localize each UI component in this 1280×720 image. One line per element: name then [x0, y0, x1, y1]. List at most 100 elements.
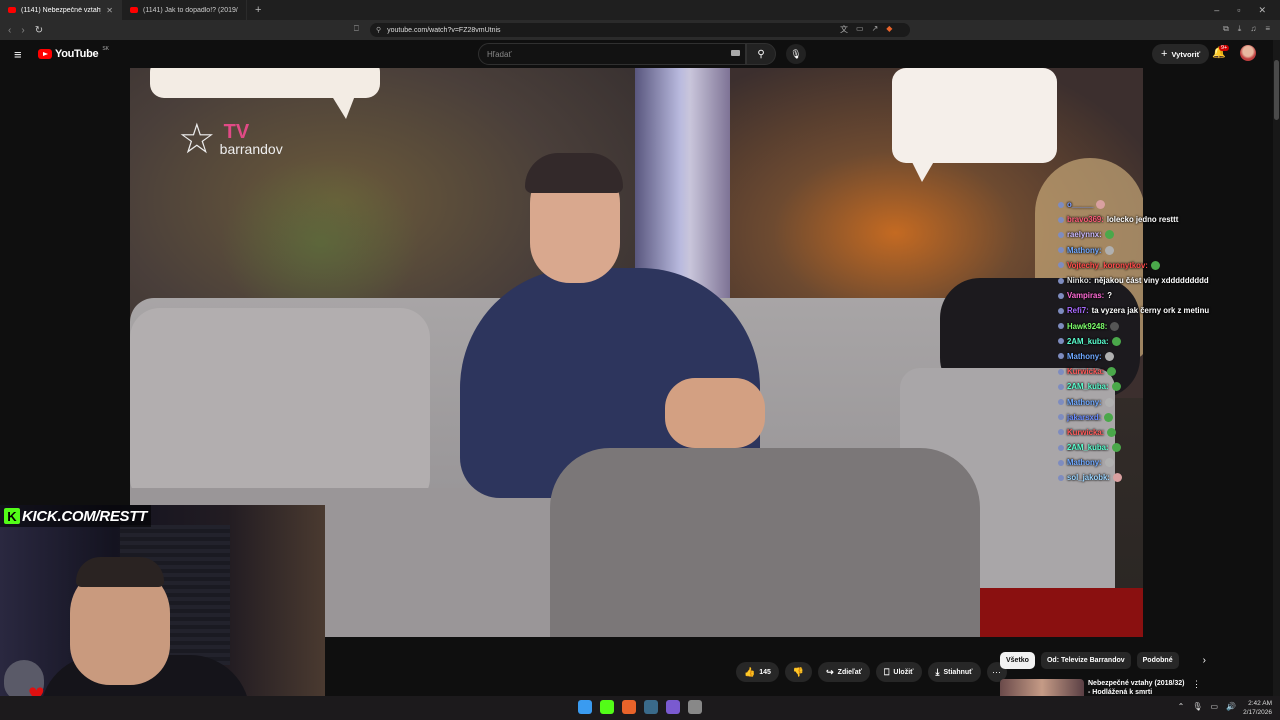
share-button[interactable]: ↪ Zdieľať [818, 662, 871, 682]
search-button[interactable]: ⚲ [746, 43, 776, 65]
chat-text: nějakou část viny xddddddddd [1094, 276, 1209, 286]
emote-icon [1104, 230, 1114, 240]
browser-menu-icon[interactable]: ≡ [1265, 24, 1270, 34]
user-badge-icon [1058, 277, 1064, 284]
emote-icon [1107, 367, 1117, 377]
youtube-logo[interactable]: YouTube SK [38, 46, 109, 60]
taskbar-app-icon[interactable] [578, 700, 592, 714]
browser-tab-strip: (1141) Nebezpečné vztahy (2 ✕ (1141) Jak… [0, 0, 1280, 20]
tab-title: (1141) Nebezpečné vztahy (2 [21, 6, 101, 14]
avatar[interactable] [1240, 45, 1256, 61]
search-input[interactable]: Hľadať [478, 43, 746, 65]
user-badge-icon [1058, 338, 1064, 345]
close-tab-icon[interactable]: ✕ [106, 6, 113, 15]
user-badge-icon [1058, 262, 1064, 269]
bookmark-icon: ⎕ [884, 666, 890, 677]
kick-banner: K KICK.COM/RESTT [0, 505, 151, 527]
speech-bubble-tail [330, 93, 356, 119]
taskbar-app-icon[interactable] [622, 700, 636, 714]
maximize-icon[interactable]: ▫ [1237, 5, 1240, 16]
address-bar-row: ‹ › ↻ ⎕ ⚲ youtube.com/watch?v=FZ28vmUtni… [0, 20, 1280, 40]
chat-message: 2AM_kuba: [1058, 440, 1280, 455]
reload-icon[interactable]: ↻ [35, 25, 43, 36]
minimize-icon[interactable]: – [1214, 5, 1219, 16]
user-badge-icon [1058, 231, 1064, 238]
chat-username: o_____ [1067, 200, 1094, 210]
youtube-favicon-icon [8, 7, 16, 13]
taskbar-clock[interactable]: 2:42 AM 2/17/2026 [1243, 699, 1272, 717]
system-tray: ⌃ 🎙 ▭ 🔊 [1178, 702, 1236, 711]
youtube-wordmark: YouTube [55, 48, 99, 60]
chat-text: ? [1107, 291, 1113, 301]
chat-username: 2AM_kuba: [1067, 443, 1109, 453]
page-scrollbar[interactable] [1273, 40, 1280, 696]
media-icon[interactable]: ♫ [1250, 24, 1256, 34]
url-field[interactable]: ⚲ youtube.com/watch?v=FZ28vmUtnis [370, 23, 910, 37]
user-badge-icon [1058, 444, 1064, 451]
tab-jak-to-dopadlo[interactable]: (1141) Jak to dopadlo!? (2019/132) [122, 0, 247, 20]
url-text: youtube.com/watch?v=FZ28vmUtnis [387, 26, 501, 34]
chip-from-channel[interactable]: Od: Televize Barrandov [1040, 652, 1131, 669]
chat-username: Mathony: [1067, 351, 1102, 361]
chat-username: Ninko: [1067, 276, 1092, 286]
chevron-right-icon[interactable]: › [1203, 655, 1206, 666]
sofa-cushion [130, 308, 430, 508]
save-button[interactable]: ⎕ Uložiť [876, 662, 922, 682]
emote-icon [1104, 412, 1114, 422]
taskbar-app-icon[interactable] [600, 700, 614, 714]
volume-icon[interactable]: 🔊 [1226, 702, 1236, 711]
user-badge-icon [1058, 429, 1064, 436]
share-icon[interactable]: ↗ [872, 24, 879, 35]
chat-message: Hawk9248: [1058, 319, 1280, 334]
clock-date: 2/17/2026 [1243, 709, 1272, 716]
microphone-icon: 🎙 [790, 48, 802, 59]
reader-icon[interactable]: ▭ [856, 24, 864, 35]
voice-search-button[interactable]: 🎙 [786, 44, 806, 64]
keyboard-icon[interactable] [731, 50, 740, 56]
emote-icon [1111, 443, 1121, 453]
network-icon[interactable]: ▭ [1210, 702, 1218, 711]
taskbar-app-icon[interactable] [666, 700, 680, 714]
like-button[interactable]: 👍 145 [736, 662, 779, 682]
bookmark-icon[interactable]: ⎕ [354, 24, 359, 34]
site-info-icon[interactable]: ⚲ [376, 26, 381, 34]
forward-icon[interactable]: › [21, 25, 24, 36]
share-label: Zdieľať [837, 668, 863, 676]
back-icon[interactable]: ‹ [8, 25, 11, 36]
chip-all[interactable]: Všetko [1000, 652, 1035, 669]
downloads-icon[interactable]: ⤓ [1238, 24, 1242, 34]
chat-message: 2AM_kuba: [1058, 379, 1280, 394]
brave-shield-icon[interactable]: ◆ [886, 24, 892, 35]
user-badge-icon [1058, 247, 1064, 254]
translate-icon[interactable]: 文 [840, 24, 848, 35]
chat-message: Mathony: [1058, 394, 1280, 409]
chat-username: sol_jakobk: [1067, 473, 1110, 483]
close-window-icon[interactable]: ✕ [1258, 5, 1266, 16]
new-tab-button[interactable]: + [247, 4, 269, 16]
scrollbar-thumb[interactable] [1274, 60, 1279, 120]
taskbar-app-icon[interactable] [688, 700, 702, 714]
extensions-icon[interactable]: ⧉ [1223, 24, 1229, 34]
download-button[interactable]: ⤓ Stiahnuť [927, 662, 981, 682]
chat-username: Vampiras: [1067, 291, 1105, 301]
chat-username: Mathony: [1067, 245, 1102, 255]
microphone-icon[interactable]: 🎙 [1192, 702, 1202, 711]
chat-message: Kurwicka: [1058, 425, 1280, 440]
hamburger-menu-icon[interactable]: ≡ [14, 47, 22, 62]
thumbs-down-icon: 👎 [792, 666, 805, 677]
tab-nebezpecne-vztahy[interactable]: (1141) Nebezpečné vztahy (2 ✕ [0, 0, 122, 20]
taskbar-app-icon[interactable] [644, 700, 658, 714]
windows-taskbar: ⌃ 🎙 ▭ 🔊 2:42 AM 2/17/2026 [0, 696, 1280, 720]
chevron-up-icon[interactable]: ⌃ [1178, 702, 1185, 711]
chip-similar[interactable]: Podobné [1136, 652, 1179, 669]
create-button[interactable]: + Vytvoriť [1152, 44, 1210, 64]
chat-message: Mathony: [1058, 349, 1280, 364]
emote-icon [1104, 397, 1114, 407]
like-count: 145 [759, 668, 771, 676]
chat-username: Kurwicka: [1067, 367, 1105, 377]
chat-username: Mathony: [1067, 458, 1102, 468]
search-icon: ⚲ [757, 48, 765, 60]
dislike-button[interactable]: 👎 [784, 662, 813, 682]
chat-username: Kurwicka: [1067, 427, 1105, 437]
logo-channel-name: barrandov [219, 141, 283, 157]
